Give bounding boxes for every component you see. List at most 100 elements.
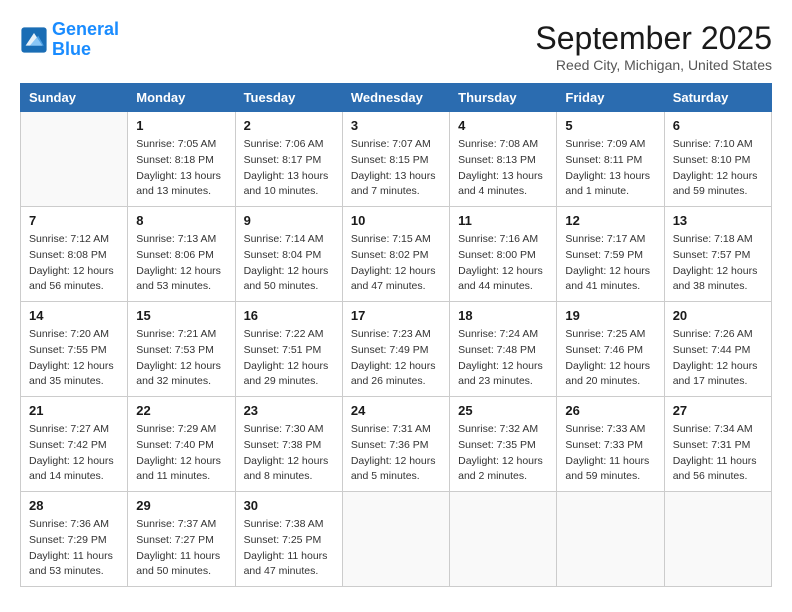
day-info: Sunrise: 7:24 AM Sunset: 7:48 PM Dayligh… [458, 327, 548, 390]
day-number: 4 [458, 118, 548, 133]
day-number: 17 [351, 308, 441, 323]
calendar-cell [450, 492, 557, 587]
calendar-cell: 10Sunrise: 7:15 AM Sunset: 8:02 PM Dayli… [342, 207, 449, 302]
calendar-week-row: 28 Sunrise: 7:36 AM Sunset: 7:29 PM Dayli… [21, 492, 772, 587]
day-info: Sunrise: 7:22 AM Sunset: 7:51 PM Dayligh… [244, 327, 334, 390]
day-number: 3 [351, 118, 441, 133]
calendar-cell: 4 Sunrise: 7:08 AM Sunset: 8:13 PM Daylig… [450, 112, 557, 207]
day-number: 7 [29, 213, 119, 228]
day-number: 25 [458, 403, 548, 418]
calendar-cell: 30Sunrise: 7:38 AM Sunset: 7:25 PM Dayli… [235, 492, 342, 587]
calendar-table: SundayMondayTuesdayWednesdayThursdayFrid… [20, 83, 772, 587]
calendar-cell: 1 Sunrise: 7:05 AM Sunset: 8:18 PM Daylig… [128, 112, 235, 207]
day-info: Sunrise: 7:38 AM Sunset: 7:25 PM Dayligh… [244, 517, 334, 580]
day-number: 26 [565, 403, 655, 418]
calendar-cell: 12 Sunrise: 7:17 AM Sunset: 7:59 PM Dayli… [557, 207, 664, 302]
page-header: General Blue September 2025 Reed City, M… [20, 20, 772, 73]
calendar-cell: 27 Sunrise: 7:34 AM Sunset: 7:31 PM Dayli… [664, 397, 771, 492]
day-info: Sunrise: 7:36 AM Sunset: 7:29 PM Dayligh… [29, 517, 119, 580]
day-number: 24 [351, 403, 441, 418]
weekday-header: Monday [128, 84, 235, 112]
day-info: Sunrise: 7:29 AM Sunset: 7:40 PM Dayligh… [136, 422, 226, 485]
day-info: Sunrise: 7:17 AM Sunset: 7:59 PM Dayligh… [565, 232, 655, 295]
title-section: September 2025 Reed City, Michigan, Unit… [535, 20, 772, 73]
calendar-cell: 3Sunrise: 7:07 AM Sunset: 8:15 PM Daylig… [342, 112, 449, 207]
day-info: Sunrise: 7:34 AM Sunset: 7:31 PM Dayligh… [673, 422, 763, 485]
calendar-cell: 15 Sunrise: 7:21 AM Sunset: 7:53 PM Dayli… [128, 302, 235, 397]
calendar-cell: 16 Sunrise: 7:22 AM Sunset: 7:51 PM Dayli… [235, 302, 342, 397]
calendar-cell: 13 Sunrise: 7:18 AM Sunset: 7:57 PM Dayli… [664, 207, 771, 302]
day-info: Sunrise: 7:26 AM Sunset: 7:44 PM Dayligh… [673, 327, 763, 390]
calendar-cell: 14 Sunrise: 7:20 AM Sunset: 7:55 PM Dayli… [21, 302, 128, 397]
day-info: Sunrise: 7:37 AM Sunset: 7:27 PM Dayligh… [136, 517, 226, 580]
calendar-cell: 2Sunrise: 7:06 AM Sunset: 8:17 PM Daylig… [235, 112, 342, 207]
day-number: 9 [244, 213, 334, 228]
calendar-cell [664, 492, 771, 587]
calendar-cell: 8 Sunrise: 7:13 AM Sunset: 8:06 PM Daylig… [128, 207, 235, 302]
calendar-cell: 17Sunrise: 7:23 AM Sunset: 7:49 PM Dayli… [342, 302, 449, 397]
day-number: 28 [29, 498, 119, 513]
day-info: Sunrise: 7:27 AM Sunset: 7:42 PM Dayligh… [29, 422, 119, 485]
day-number: 23 [244, 403, 334, 418]
calendar-cell: 19 Sunrise: 7:25 AM Sunset: 7:46 PM Dayli… [557, 302, 664, 397]
location: Reed City, Michigan, United States [535, 57, 772, 73]
calendar-week-row: 1 Sunrise: 7:05 AM Sunset: 8:18 PM Daylig… [21, 112, 772, 207]
day-number: 8 [136, 213, 226, 228]
calendar-cell: 23 Sunrise: 7:30 AM Sunset: 7:38 PM Dayli… [235, 397, 342, 492]
day-info: Sunrise: 7:12 AM Sunset: 8:08 PM Dayligh… [29, 232, 119, 295]
day-number: 16 [244, 308, 334, 323]
day-number: 15 [136, 308, 226, 323]
logo-icon [20, 26, 48, 54]
day-info: Sunrise: 7:15 AM Sunset: 8:02 PM Dayligh… [351, 232, 441, 295]
day-number: 19 [565, 308, 655, 323]
day-number: 13 [673, 213, 763, 228]
day-info: Sunrise: 7:13 AM Sunset: 8:06 PM Dayligh… [136, 232, 226, 295]
calendar-cell: 29 Sunrise: 7:37 AM Sunset: 7:27 PM Dayli… [128, 492, 235, 587]
weekday-header: Friday [557, 84, 664, 112]
calendar-cell: 11Sunrise: 7:16 AM Sunset: 8:00 PM Dayli… [450, 207, 557, 302]
calendar-cell: 26 Sunrise: 7:33 AM Sunset: 7:33 PM Dayli… [557, 397, 664, 492]
calendar-week-row: 7 Sunrise: 7:12 AM Sunset: 8:08 PM Daylig… [21, 207, 772, 302]
day-info: Sunrise: 7:05 AM Sunset: 8:18 PM Dayligh… [136, 137, 226, 200]
logo: General Blue [20, 20, 119, 60]
weekday-header: Wednesday [342, 84, 449, 112]
day-number: 27 [673, 403, 763, 418]
day-info: Sunrise: 7:25 AM Sunset: 7:46 PM Dayligh… [565, 327, 655, 390]
calendar-cell: 21 Sunrise: 7:27 AM Sunset: 7:42 PM Dayli… [21, 397, 128, 492]
calendar-cell: 9Sunrise: 7:14 AM Sunset: 8:04 PM Daylig… [235, 207, 342, 302]
day-info: Sunrise: 7:18 AM Sunset: 7:57 PM Dayligh… [673, 232, 763, 295]
weekday-header: Saturday [664, 84, 771, 112]
day-info: Sunrise: 7:33 AM Sunset: 7:33 PM Dayligh… [565, 422, 655, 485]
day-info: Sunrise: 7:21 AM Sunset: 7:53 PM Dayligh… [136, 327, 226, 390]
logo-text: General Blue [52, 20, 119, 60]
day-number: 6 [673, 118, 763, 133]
day-info: Sunrise: 7:32 AM Sunset: 7:35 PM Dayligh… [458, 422, 548, 485]
day-info: Sunrise: 7:20 AM Sunset: 7:55 PM Dayligh… [29, 327, 119, 390]
calendar-cell: 25 Sunrise: 7:32 AM Sunset: 7:35 PM Dayli… [450, 397, 557, 492]
day-info: Sunrise: 7:10 AM Sunset: 8:10 PM Dayligh… [673, 137, 763, 200]
day-number: 18 [458, 308, 548, 323]
calendar-cell: 20 Sunrise: 7:26 AM Sunset: 7:44 PM Dayli… [664, 302, 771, 397]
calendar-cell: 22Sunrise: 7:29 AM Sunset: 7:40 PM Dayli… [128, 397, 235, 492]
day-info: Sunrise: 7:08 AM Sunset: 8:13 PM Dayligh… [458, 137, 548, 200]
weekday-header: Thursday [450, 84, 557, 112]
day-number: 12 [565, 213, 655, 228]
calendar-week-row: 21 Sunrise: 7:27 AM Sunset: 7:42 PM Dayli… [21, 397, 772, 492]
day-info: Sunrise: 7:31 AM Sunset: 7:36 PM Dayligh… [351, 422, 441, 485]
day-info: Sunrise: 7:16 AM Sunset: 8:00 PM Dayligh… [458, 232, 548, 295]
day-number: 29 [136, 498, 226, 513]
day-number: 21 [29, 403, 119, 418]
day-number: 2 [244, 118, 334, 133]
calendar-cell [21, 112, 128, 207]
weekday-header: Tuesday [235, 84, 342, 112]
day-number: 1 [136, 118, 226, 133]
calendar-cell: 5Sunrise: 7:09 AM Sunset: 8:11 PM Daylig… [557, 112, 664, 207]
calendar-cell: 24 Sunrise: 7:31 AM Sunset: 7:36 PM Dayli… [342, 397, 449, 492]
weekday-header: Sunday [21, 84, 128, 112]
day-number: 20 [673, 308, 763, 323]
calendar-cell: 6 Sunrise: 7:10 AM Sunset: 8:10 PM Daylig… [664, 112, 771, 207]
day-info: Sunrise: 7:30 AM Sunset: 7:38 PM Dayligh… [244, 422, 334, 485]
month-title: September 2025 [535, 20, 772, 57]
day-number: 14 [29, 308, 119, 323]
calendar-header-row: SundayMondayTuesdayWednesdayThursdayFrid… [21, 84, 772, 112]
